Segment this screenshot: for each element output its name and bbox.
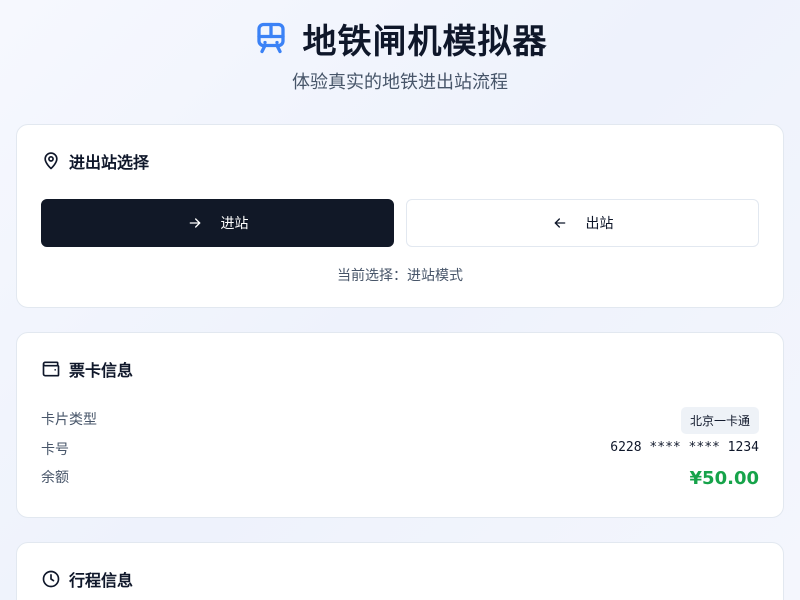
card-type-badge: 北京一卡通	[680, 407, 759, 434]
wallet-icon	[41, 359, 61, 379]
exit-button[interactable]: 出站	[406, 199, 759, 247]
card-number-label: 卡号	[41, 442, 69, 458]
page-subtitle: 体验真实的地铁进出站流程	[292, 72, 508, 93]
station-select-header: 进出站选择	[41, 149, 149, 173]
card-info-title: 票卡信息	[69, 361, 134, 380]
trip-info-header: 行程信息	[41, 567, 133, 591]
train-icon	[253, 20, 289, 56]
title-row: 地铁闸机模拟器	[0, 14, 800, 62]
card-number-value: 6228 **** **** 1234	[610, 440, 759, 455]
trip-info-title: 行程信息	[69, 571, 134, 590]
arrow-left-icon	[552, 215, 568, 231]
map-pin-icon	[41, 151, 61, 171]
current-selection-text: 当前选择：进站模式	[337, 268, 463, 284]
page-header: 地铁闸机模拟器 体验真实的地铁进出站流程	[0, 14, 800, 94]
clock-icon	[41, 569, 61, 589]
enter-button-label: 进站	[220, 216, 249, 232]
exit-button-label: 出站	[585, 216, 614, 232]
enter-button[interactable]: 进站	[41, 199, 394, 247]
station-select-title: 进出站选择	[69, 153, 150, 172]
page-title: 地铁闸机模拟器	[302, 21, 548, 62]
balance-label: 余额	[41, 470, 69, 486]
station-select-card: 进出站选择 进站 出站 当前选择：进站模式	[16, 124, 784, 308]
trip-info-card: 行程信息	[16, 542, 784, 600]
card-info-card: 票卡信息 卡片类型 北京一卡通 卡号 6228 **** **** 1234 余…	[16, 332, 784, 518]
balance-value: ¥50.00	[689, 468, 759, 489]
card-info-header: 票卡信息	[41, 357, 133, 381]
card-type-label: 卡片类型	[41, 412, 97, 428]
arrow-right-icon	[187, 215, 203, 231]
